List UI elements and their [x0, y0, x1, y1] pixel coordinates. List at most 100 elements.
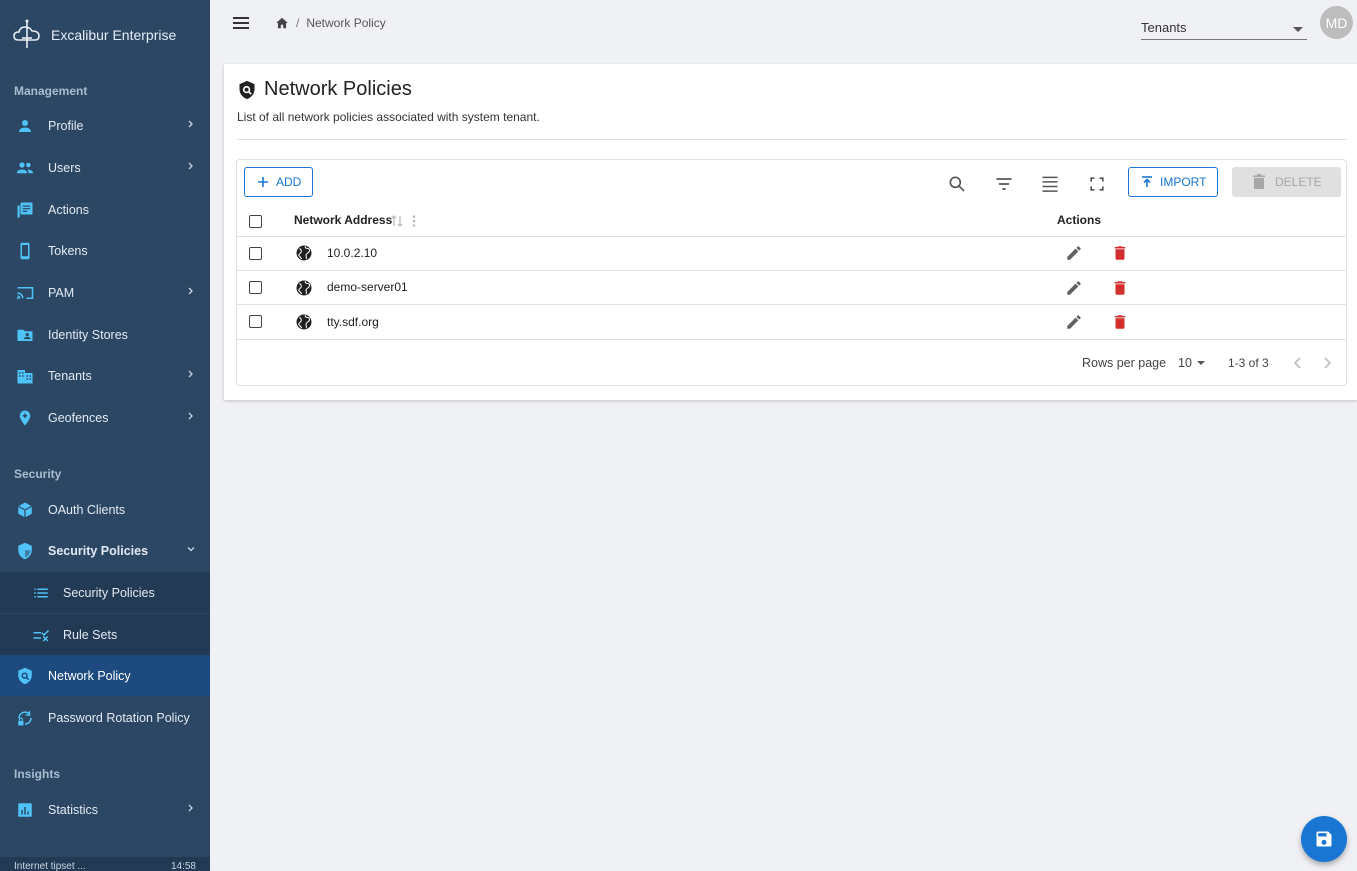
sidebar-item-label: Geofences — [48, 410, 109, 425]
row-checkbox[interactable] — [249, 247, 262, 260]
rule-icon — [32, 626, 50, 644]
sidebar-item-label: Password Rotation Policy — [48, 710, 190, 725]
section-management: Management — [14, 84, 88, 98]
page-description: List of all network policies associated … — [237, 110, 540, 124]
cast-icon — [16, 284, 34, 302]
policy-icon — [239, 80, 255, 99]
chevron-right-icon — [188, 162, 193, 170]
rows-per-page-label: Rows per page — [1082, 356, 1167, 370]
address-cell: demo-server01 — [327, 280, 408, 294]
sidebar-item-label: Security Policies — [48, 543, 149, 558]
sidebar: Excalibur Enterprise Management Profile … — [0, 0, 210, 871]
delete-icon[interactable] — [1111, 244, 1129, 262]
fullscreen-icon[interactable] — [1087, 174, 1107, 194]
home-icon[interactable] — [275, 16, 289, 30]
sidebar-item-tokens[interactable]: Tokens — [0, 230, 210, 271]
sidebar-item-label: Identity Stores — [48, 327, 128, 342]
import-button-label: IMPORT — [1160, 175, 1207, 189]
column-header-address[interactable]: Network Address — [294, 213, 392, 227]
edit-icon[interactable] — [1065, 279, 1083, 297]
sidebar-item-security-policies-sub[interactable]: Security Policies — [0, 572, 210, 613]
brand[interactable]: Excalibur Enterprise — [10, 18, 176, 52]
edit-icon[interactable] — [1065, 313, 1083, 331]
sidebar-item-geofences[interactable]: Geofences — [0, 397, 210, 438]
sidebar-item-statistics[interactable]: Statistics — [0, 789, 210, 830]
plus-icon — [258, 177, 268, 187]
cube-icon — [16, 501, 34, 519]
policy-icon — [16, 667, 34, 685]
sidebar-item-label: Tenants — [48, 368, 92, 383]
sidebar-item-label: PAM — [48, 285, 75, 300]
rows-per-page-select[interactable]: 10 — [1178, 356, 1205, 370]
import-button[interactable]: IMPORT — [1128, 167, 1219, 197]
rows-per-page-value: 10 — [1178, 356, 1192, 370]
upload-icon — [1142, 176, 1152, 187]
sidebar-item-oauth-clients[interactable]: OAuth Clients — [0, 489, 210, 530]
chevron-right-icon — [188, 120, 193, 128]
data-grid: ADD IMPORT DELETE Network Address Action… — [236, 159, 1347, 386]
sidebar-item-password-rotation[interactable]: Password Rotation Policy — [0, 697, 210, 738]
sidebar-item-pam[interactable]: PAM — [0, 272, 210, 313]
sidebar-item-label: Users — [48, 160, 81, 175]
add-button[interactable]: ADD — [244, 167, 314, 197]
brand-name: Excalibur Enterprise — [51, 27, 177, 43]
sidebar-item-label: Tokens — [48, 243, 88, 258]
chevron-down-icon — [187, 547, 195, 552]
address-cell: 10.0.2.10 — [327, 246, 378, 260]
add-button-label: ADD — [276, 175, 302, 189]
row-checkbox[interactable] — [249, 315, 262, 328]
location-pin-icon — [16, 409, 34, 427]
sidebar-item-actions[interactable]: Actions — [0, 189, 210, 230]
globe-icon — [296, 280, 312, 296]
edit-icon[interactable] — [1065, 244, 1083, 262]
sidebar-item-profile[interactable]: Profile — [0, 105, 210, 146]
row-divider — [237, 236, 1346, 237]
footer-time: 14:58 — [170, 861, 196, 871]
chevron-right-icon — [188, 370, 193, 378]
sidebar-item-rule-sets[interactable]: Rule Sets — [0, 614, 210, 655]
library-books-icon — [16, 201, 34, 219]
folder-shared-icon — [16, 326, 34, 344]
column-header-actions: Actions — [1057, 213, 1102, 227]
row-divider — [237, 304, 1346, 305]
menu-icon[interactable] — [231, 13, 251, 33]
sidebar-item-label: Profile — [48, 118, 84, 133]
apartment-icon — [16, 367, 34, 385]
filter-icon[interactable] — [994, 174, 1014, 194]
select-all-checkbox[interactable] — [249, 215, 262, 228]
previous-page-icon[interactable] — [1291, 356, 1305, 370]
next-page-icon[interactable] — [1320, 356, 1334, 370]
sidebar-item-identity-stores[interactable]: Identity Stores — [0, 314, 210, 355]
delete-button[interactable]: DELETE — [1232, 167, 1341, 197]
divider — [237, 139, 1347, 140]
status-footer: Internet tipset ... 14:58 — [0, 857, 210, 871]
chevron-right-icon — [188, 804, 193, 812]
section-security: Security — [14, 467, 62, 481]
search-icon[interactable] — [947, 174, 967, 194]
footer-status: Internet tipset ... — [14, 861, 86, 871]
delete-icon[interactable] — [1111, 279, 1129, 297]
save-fab-button[interactable] — [1301, 816, 1347, 862]
avatar[interactable]: MD — [1320, 6, 1353, 39]
sidebar-item-label: Network Policy — [48, 668, 131, 683]
breadcrumb: / Network Policy — [275, 16, 386, 30]
sidebar-item-label: Statistics — [48, 802, 99, 817]
phone-icon — [16, 242, 34, 260]
sidebar-item-label: Rule Sets — [63, 627, 118, 642]
row-divider — [237, 339, 1346, 340]
sidebar-item-tenants[interactable]: Tenants — [0, 355, 210, 396]
tenant-select[interactable]: Tenants — [1141, 20, 1307, 40]
sidebar-item-security-policies[interactable]: Security Policies — [0, 530, 210, 571]
tenant-select-value: Tenants — [1141, 20, 1187, 35]
sidebar-item-network-policy[interactable]: Network Policy — [0, 655, 210, 696]
row-checkbox[interactable] — [249, 281, 262, 294]
sidebar-item-users[interactable]: Users — [0, 147, 210, 188]
delete-icon[interactable] — [1111, 313, 1129, 331]
page-title-text: Network Policies — [264, 78, 412, 100]
globe-icon — [296, 245, 312, 261]
trash-icon — [1253, 174, 1265, 189]
density-icon[interactable] — [1040, 174, 1060, 194]
sort-icon[interactable] — [391, 214, 403, 228]
chart-icon — [16, 801, 34, 819]
column-menu-icon[interactable] — [411, 214, 417, 228]
